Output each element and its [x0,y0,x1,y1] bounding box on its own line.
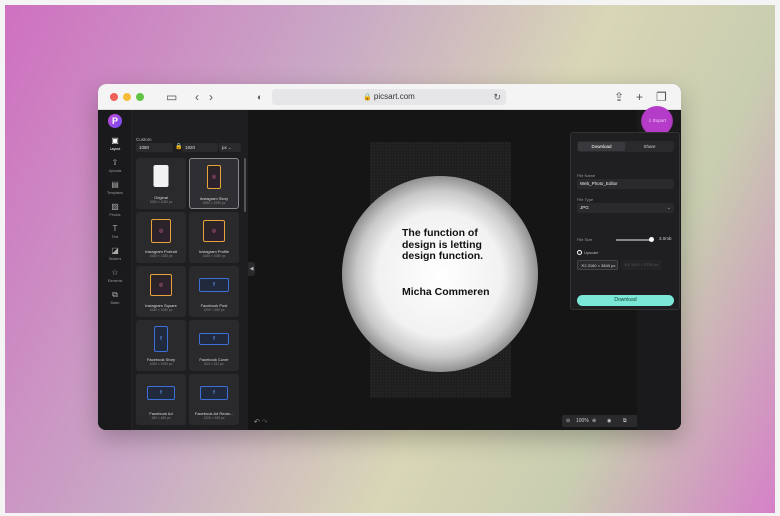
privacy-shield-icon[interactable]: ◐ [257,89,262,105]
panel-scrollbar[interactable] [244,158,246,212]
back-icon[interactable]: ‹ [195,89,199,105]
file-name-input[interactable]: Web_Photo_Editor [577,179,674,189]
zoom-level[interactable]: 100% [576,415,589,427]
tool-rail: P ▣ Layout ⇧ Uploads ▤ Templates ▨ Photo… [98,110,132,430]
file-type-label: File Type [577,197,594,202]
file-size-slider-track[interactable] [616,239,652,241]
zoom-out-icon[interactable]: ⊖ [566,415,570,427]
url-text: picsart.com [373,92,415,101]
layout-panel: Custom 1080 🔒 1920 px ⌄ Original 1080 × … [132,110,248,430]
width-input[interactable]: 1080 [136,143,173,152]
file-size-slider-handle[interactable] [649,236,654,242]
stickers-icon: ◪ [111,246,119,255]
unit-select[interactable]: px ⌄ [219,143,241,152]
close-window-button[interactable] [110,93,118,101]
collapse-panel-button[interactable]: ◀ [248,262,255,276]
upscale-2x-option[interactable]: ✕2 2160 × 3840 px [577,260,618,270]
size-card-instagram-portrait[interactable]: Instagram Portrait 1080 × 1350 px [136,212,186,263]
instagram-icon [203,220,225,242]
upscale-4x-icon: ✕4 [624,262,630,267]
size-card-facebook-post[interactable]: Facebook Post 1200 × 630 px [189,266,239,317]
upscale-radio[interactable] [577,250,582,255]
facebook-icon [147,386,175,400]
quote-text[interactable]: The function of design is letting design… [402,227,512,263]
editor-app: P ▣ Layout ⇧ Uploads ▤ Templates ▨ Photo… [98,106,681,430]
gradient-circle-image[interactable] [342,176,538,372]
browser-toolbar: ▭ ‹ › ◐ 🔒 picsart.com ↻ ⇪ + ❐ [98,84,681,110]
sidebar-toggle-icon[interactable]: ▭ [166,89,177,105]
photos-icon: ▨ [111,202,119,211]
export-icon: ⇩ [647,118,652,123]
height-input[interactable]: 1920 [182,143,218,152]
size-card-instagram-story[interactable]: Instagram Story 1080 × 1920 px [189,158,239,209]
file-size-value: 3.0mb [659,236,672,241]
browser-window: ▭ ‹ › ◐ 🔒 picsart.com ↻ ⇪ + ❐ P ▣ Layout … [98,84,681,430]
lock-icon: 🔒 [363,94,372,101]
zoom-in-icon[interactable]: ⊕ [592,415,596,427]
forward-icon[interactable]: › [209,89,213,105]
rail-item-templates[interactable]: ▤ Templates [100,180,130,200]
reload-icon[interactable]: ↻ [493,89,501,105]
layout-icon: ▣ [111,136,119,145]
size-card-original[interactable]: Original 1080 × 1080 px [136,158,186,209]
size-card-facebook-ad-rectangle[interactable]: Facebook Ad Recta... 1200 × 628 px [189,374,239,425]
share-icon[interactable]: ⇪ [614,89,624,105]
chevron-down-icon: ⌄ [666,205,671,211]
original-thumbnail [153,165,169,187]
facebook-icon [199,333,229,345]
elements-icon: ☆ [111,268,119,277]
facebook-icon [199,278,229,292]
facebook-icon [154,326,168,352]
export-tabs: Download Share [577,141,674,152]
upscale-2x-icon: ✕2 [581,263,587,268]
rail-item-photos[interactable]: ▨ Photos [100,202,130,222]
custom-size-title: Custom [136,137,152,142]
history-controls: ↶ ↷ [254,418,268,426]
rail-item-stickers[interactable]: ◪ Stickers [100,246,130,266]
tab-share[interactable]: Share [626,142,673,151]
upload-icon: ⇧ [111,158,119,167]
picsart-logo[interactable]: P [108,114,122,128]
text-icon: T [112,224,118,233]
minimize-window-button[interactable] [123,93,131,101]
tab-download[interactable]: Download [578,142,625,151]
instagram-icon [207,165,221,189]
export-panel: Download Share File Name Web_Photo_Edito… [570,132,680,310]
redo-icon[interactable]: ↷ [262,419,268,426]
size-card-instagram-profile[interactable]: Instagram Profile 1080 × 1080 px [189,212,239,263]
layers-icon[interactable]: ⧉ [623,415,627,427]
file-type-select[interactable]: JPG ⌄ [577,203,674,213]
rail-item-layout[interactable]: ▣ Layout [100,136,130,156]
size-card-facebook-story[interactable]: Facebook Story 1080 × 1920 px [136,320,186,371]
author-text[interactable]: Micha Commeren [402,286,512,299]
rail-item-batch[interactable]: ⧉ Batch [100,290,130,310]
batch-icon: ⧉ [112,290,118,299]
chevron-left-icon: ◀ [249,266,254,272]
preview-eye-icon[interactable]: ◉ [607,415,611,427]
size-card-facebook-cover[interactable]: Facebook Cover 820 × 312 px [189,320,239,371]
file-name-label: File Name [577,173,596,178]
instagram-icon [151,219,171,243]
templates-icon: ▤ [111,180,119,189]
size-card-facebook-ad[interactable]: Facebook Ad 180 × 480 px [136,374,186,425]
rail-item-text[interactable]: T Text [100,224,130,244]
upscale-label: Upscale [584,250,599,255]
tabs-overview-icon[interactable]: ❐ [656,89,667,105]
chevron-down-icon: ⌄ [228,145,232,150]
download-button[interactable]: Download [577,295,674,306]
rail-item-uploads[interactable]: ⇧ Uploads [100,158,130,178]
facebook-icon [200,386,228,400]
rail-item-elements[interactable]: ☆ Elements [100,268,130,288]
new-tab-icon[interactable]: + [636,89,643,105]
undo-icon[interactable]: ↶ [254,419,260,426]
upscale-4x-option[interactable]: ✕4 3240 × 5760 px [621,260,662,270]
size-card-instagram-square[interactable]: Instagram Square 1080 × 1080 px [136,266,186,317]
file-size-label: File Size [577,237,593,242]
instagram-icon [150,274,172,296]
address-bar[interactable]: 🔒 picsart.com ↻ [272,89,506,105]
maximize-window-button[interactable] [136,93,144,101]
zoom-toolbar: ⊖ 100% ⊕ ◉ ⧉ [562,415,638,427]
